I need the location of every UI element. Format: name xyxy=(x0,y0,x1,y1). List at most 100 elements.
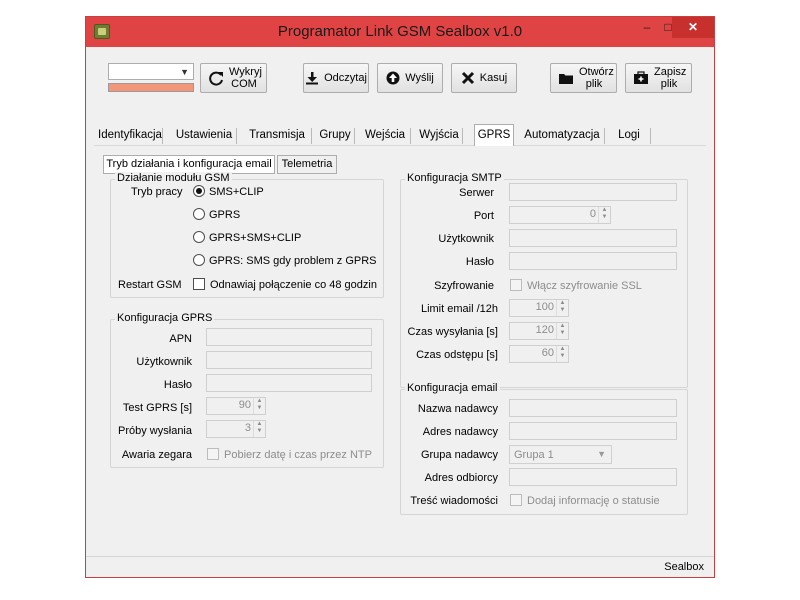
gprs-user-label: Użytkownik xyxy=(136,356,192,368)
radio-sms-clip-label[interactable]: SMS+CLIP xyxy=(209,186,264,198)
smtp-port-value: 0 xyxy=(589,208,596,220)
sender-name-label: Nazwa nadawcy xyxy=(417,403,498,415)
save-briefcase-icon xyxy=(634,71,648,84)
ntp-checkbox[interactable] xyxy=(207,448,219,460)
smtp-user-input[interactable] xyxy=(509,229,677,247)
read-button[interactable]: Odczytaj xyxy=(303,63,369,93)
recipient-label: Adres odbiorcy xyxy=(424,472,498,484)
tab-wejscia[interactable]: Wejścia xyxy=(360,124,411,146)
connection-progress-bar xyxy=(108,83,194,92)
save-file-label: Zapisz plik xyxy=(654,66,687,90)
interval-value: 60 xyxy=(541,347,554,359)
status-info-checkbox[interactable] xyxy=(510,494,522,506)
ssl-checkbox-label[interactable]: Włącz szyfrowanie SSL xyxy=(527,280,642,292)
download-icon xyxy=(306,72,319,85)
gprs-password-label: Hasło xyxy=(163,379,192,391)
progress-fill xyxy=(109,84,193,91)
status-bar: Sealbox xyxy=(86,556,714,577)
radio-gprs-label[interactable]: GPRS xyxy=(209,209,240,221)
restart-checkbox-label[interactable]: Odnawiaj połączenie co 48 godzin xyxy=(210,279,377,291)
smtp-server-label: Serwer xyxy=(459,187,494,199)
minimize-button[interactable]: – xyxy=(636,17,658,38)
email-limit-spinner[interactable]: 100 ▲ ▼ xyxy=(509,299,569,317)
subtab-telemetria[interactable]: Telemetria xyxy=(277,155,337,174)
smtp-port-label: Port xyxy=(473,210,494,222)
window-title: Programator Link GSM Sealbox v1.0 xyxy=(277,23,523,40)
ntp-checkbox-label[interactable]: Pobierz datę i czas przez NTP xyxy=(224,449,372,461)
tab-identyfikacja[interactable]: Identyfikacja xyxy=(98,124,163,146)
app-window: Programator Link GSM Sealbox v1.0 – □ ✕ … xyxy=(85,16,715,578)
detect-com-button[interactable]: Wykryj COM xyxy=(200,63,267,93)
detect-com-label: Wykryj COM xyxy=(229,66,262,90)
tab-gprs[interactable]: GPRS xyxy=(474,124,514,146)
clock-failure-label: Awaria zegara xyxy=(121,449,192,461)
spinner-arrows-icon[interactable]: ▲ ▼ xyxy=(556,323,568,339)
smtp-server-input[interactable] xyxy=(509,183,677,201)
open-file-label: Otwórz plik xyxy=(579,66,614,90)
apn-label: APN xyxy=(169,333,192,345)
tab-ustawienia[interactable]: Ustawienia xyxy=(172,124,237,146)
spinner-arrows-icon[interactable]: ▲ ▼ xyxy=(253,421,265,437)
read-label: Odczytaj xyxy=(324,72,367,84)
restart-checkbox[interactable] xyxy=(193,278,205,290)
gprs-user-input[interactable] xyxy=(206,351,372,369)
encryption-label: Szyfrowanie xyxy=(434,280,494,292)
close-button[interactable]: ✕ xyxy=(672,17,714,38)
radio-gprs-sms-fallback[interactable] xyxy=(193,254,205,266)
attempts-spinner[interactable]: 3 ▲ ▼ xyxy=(206,420,266,438)
tab-grupy[interactable]: Grupy xyxy=(316,124,355,146)
smtp-user-label: Użytkownik xyxy=(438,233,494,245)
recipient-input[interactable] xyxy=(509,468,677,486)
tab-automatyzacja[interactable]: Automatyzacja xyxy=(520,124,605,146)
send-time-label: Czas wysyłania [s] xyxy=(407,326,498,338)
status-info-checkbox-label[interactable]: Dodaj informację o statusie xyxy=(527,495,660,507)
spinner-arrows-icon[interactable]: ▲ ▼ xyxy=(556,300,568,316)
smtp-group-title: Konfiguracja SMTP xyxy=(405,172,504,184)
smtp-password-label: Hasło xyxy=(465,256,494,268)
title-bar: Programator Link GSM Sealbox v1.0 – □ ✕ xyxy=(86,17,714,47)
apn-input[interactable] xyxy=(206,328,372,346)
upload-icon xyxy=(386,71,400,85)
radio-gprs-sms-clip-label[interactable]: GPRS+SMS+CLIP xyxy=(209,232,301,244)
tab-logi[interactable]: Logi xyxy=(608,124,651,146)
radio-gprs-sms-fallback-label[interactable]: GPRS: SMS gdy problem z GPRS xyxy=(209,255,377,267)
sender-group-dropdown[interactable]: Grupa 1 ▼ xyxy=(509,445,612,464)
sender-address-input[interactable] xyxy=(509,422,677,440)
attempts-value: 3 xyxy=(244,422,251,434)
refresh-icon xyxy=(209,71,223,86)
save-file-button[interactable]: Zapisz plik xyxy=(625,63,692,93)
smtp-password-input[interactable] xyxy=(509,252,677,270)
email-limit-value: 100 xyxy=(535,301,554,313)
smtp-port-spinner[interactable]: 0 ▲ ▼ xyxy=(509,206,611,224)
chevron-down-icon: ▼ xyxy=(180,67,189,77)
status-text: Sealbox xyxy=(664,561,704,573)
send-label: Wyślij xyxy=(405,72,434,84)
email-limit-label: Limit email /12h xyxy=(420,303,498,315)
open-file-button[interactable]: Otwórz plik xyxy=(550,63,617,93)
send-time-spinner[interactable]: 120 ▲ ▼ xyxy=(509,322,569,340)
ssl-checkbox[interactable] xyxy=(510,279,522,291)
sender-group-label: Grupa nadawcy xyxy=(420,449,498,461)
com-port-combo[interactable]: ▼ xyxy=(108,63,194,80)
send-button[interactable]: Wyślij xyxy=(377,63,443,93)
gprs-password-input[interactable] xyxy=(206,374,372,392)
test-gprs-spinner[interactable]: 90 ▲ ▼ xyxy=(206,397,266,415)
interval-spinner[interactable]: 60 ▲ ▼ xyxy=(509,345,569,363)
tab-transmisja[interactable]: Transmisja xyxy=(243,124,312,146)
radio-gprs-sms-clip[interactable] xyxy=(193,231,205,243)
gsm-group-title: Działanie modułu GSM xyxy=(115,172,232,184)
spinner-arrows-icon[interactable]: ▲ ▼ xyxy=(253,398,265,414)
tab-wyjscia[interactable]: Wyjścia xyxy=(416,124,463,146)
spinner-arrows-icon[interactable]: ▲ ▼ xyxy=(598,207,610,223)
radio-gprs[interactable] xyxy=(193,208,205,220)
spinner-arrows-icon[interactable]: ▲ ▼ xyxy=(556,346,568,362)
attempts-label: Próby wysłania xyxy=(118,425,192,437)
gprs-group-title: Konfiguracja GPRS xyxy=(115,312,215,324)
delete-button[interactable]: Kasuj xyxy=(451,63,517,93)
message-content-label: Treść wiadomości xyxy=(410,495,498,507)
sender-name-input[interactable] xyxy=(509,399,677,417)
sender-group-value: Grupa 1 xyxy=(514,449,554,461)
chevron-down-icon: ▼ xyxy=(597,449,606,459)
radio-sms-clip[interactable] xyxy=(193,185,205,197)
close-x-icon xyxy=(461,71,474,85)
